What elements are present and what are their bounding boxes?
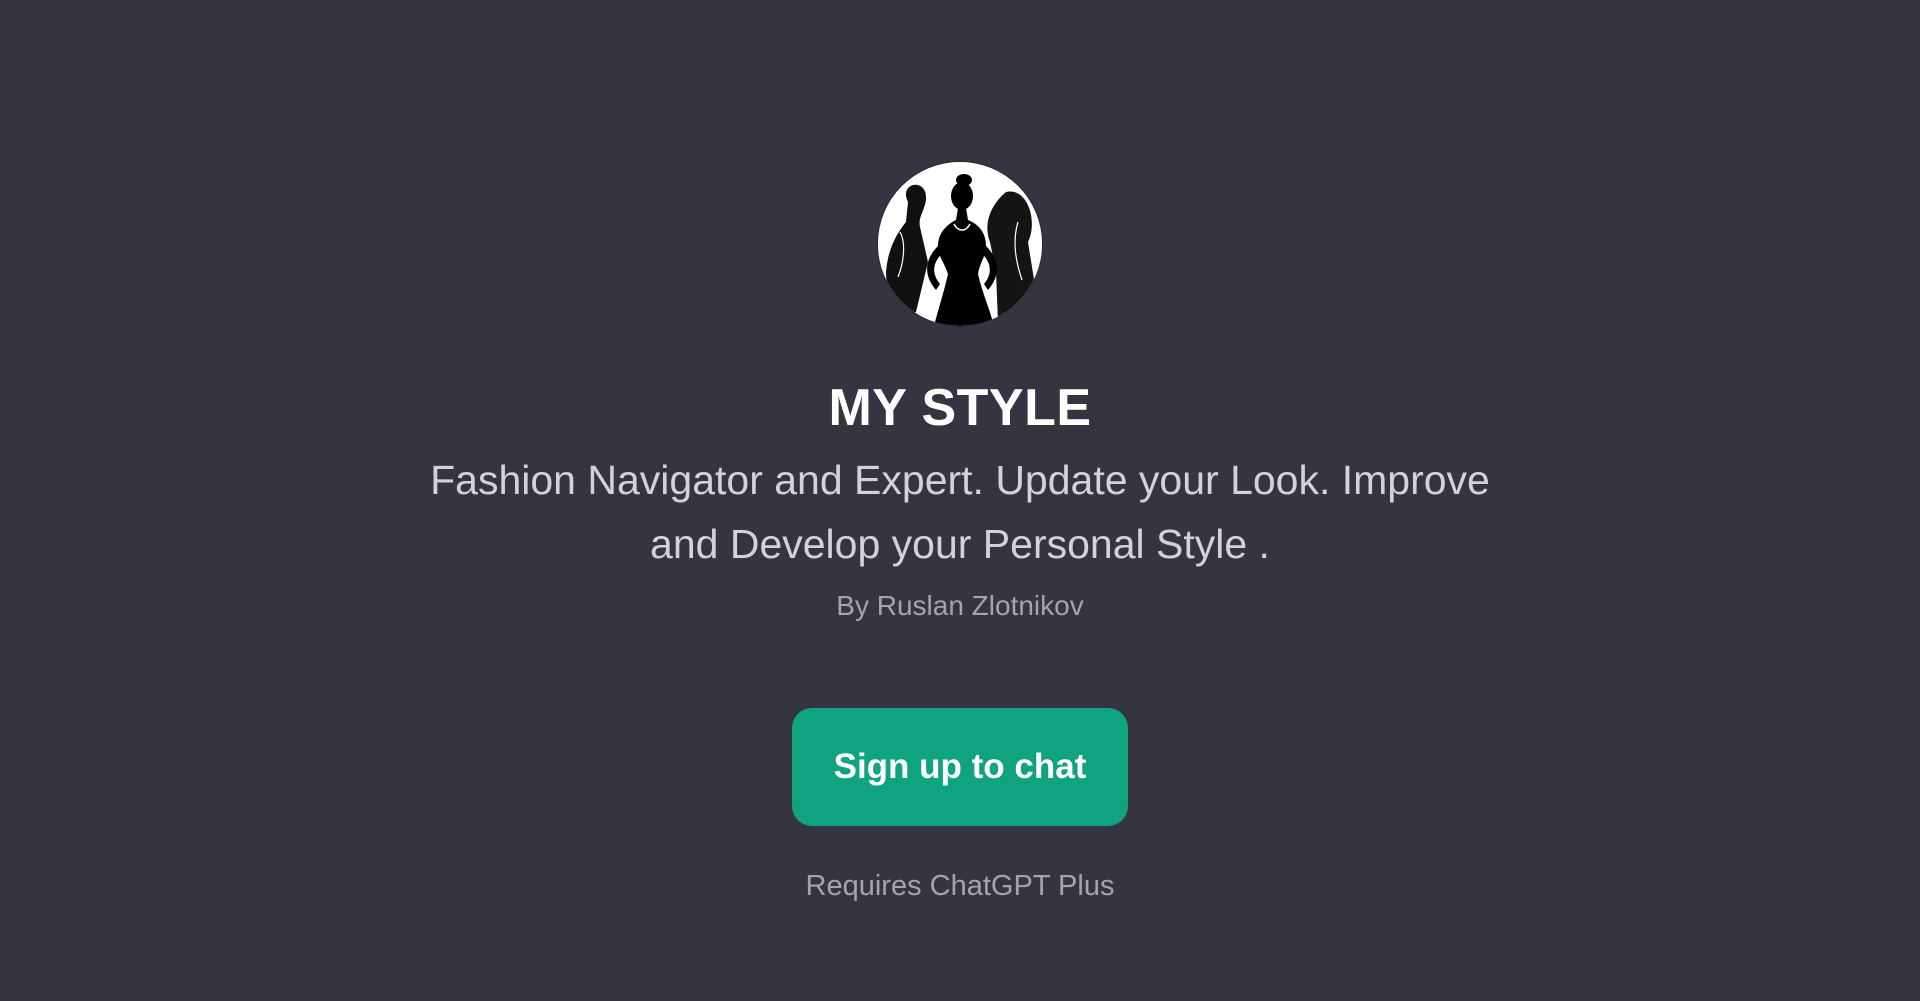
fashion-silhouettes-icon <box>878 162 1042 326</box>
gpt-avatar <box>878 162 1042 326</box>
gpt-title: MY STYLE <box>828 379 1092 437</box>
plus-requirement-note: Requires ChatGPT Plus <box>805 870 1115 902</box>
sign-up-to-chat-button[interactable]: Sign up to chat <box>792 708 1128 826</box>
gpt-author: By Ruslan Zlotnikov <box>836 590 1084 621</box>
gpt-description: Fashion Navigator and Expert. Update you… <box>430 457 1490 567</box>
gpt-landing-page: MY STYLE Fashion Navigator and Expert. U… <box>0 0 1920 1001</box>
